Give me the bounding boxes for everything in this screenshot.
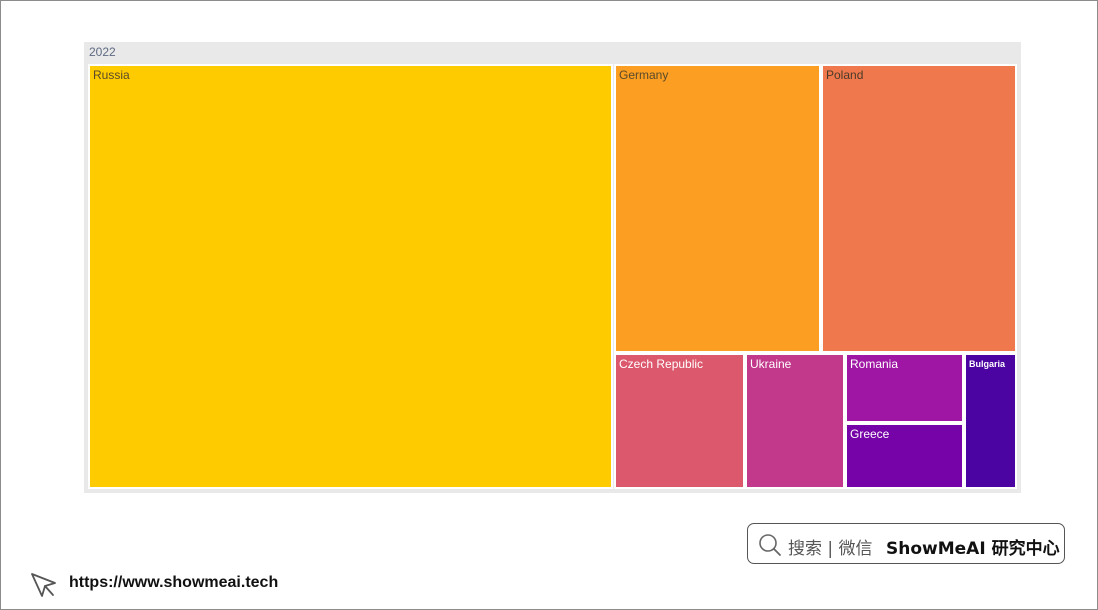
tile-label-poland: Poland — [826, 68, 864, 82]
tile-russia[interactable]: Russia — [88, 64, 613, 489]
treemap-chart: 2022 Russia Germany Poland Czech Republi… — [84, 42, 1021, 493]
search-prompt-text: 搜索 | 微信 — [788, 539, 873, 559]
tile-label-germany: Germany — [619, 68, 669, 82]
tile-romania[interactable]: Romania — [845, 353, 964, 423]
treemap-root-label[interactable]: 2022 — [89, 45, 116, 59]
brand-name: ShowMeAI 研究中心 — [886, 539, 1060, 559]
tile-label-czech-republic: Czech Republic — [619, 357, 704, 371]
tile-ukraine[interactable]: Ukraine — [745, 353, 845, 489]
search-icon — [759, 534, 781, 556]
tile-label-greece: Greece — [850, 427, 890, 441]
wechat-search-box: 搜索 | 微信 ShowMeAI 研究中心 — [747, 523, 1065, 564]
tile-greece[interactable]: Greece — [845, 423, 964, 489]
tile-label-ukraine: Ukraine — [750, 357, 792, 371]
tile-czech-republic[interactable]: Czech Republic — [614, 353, 745, 489]
cursor-pointer-icon — [31, 573, 56, 597]
tile-label-romania: Romania — [850, 357, 899, 371]
tile-label-russia: Russia — [93, 68, 130, 82]
website-url: https://www.showmeai.tech — [69, 574, 279, 591]
tile-bulgaria[interactable]: Bulgaria — [964, 353, 1017, 489]
tile-poland[interactable]: Poland — [821, 64, 1017, 353]
tile-germany[interactable]: Germany — [614, 64, 821, 353]
tile-label-bulgaria: Bulgaria — [969, 359, 1006, 369]
slide-frame: 2022 Russia Germany Poland Czech Republi… — [0, 0, 1098, 610]
